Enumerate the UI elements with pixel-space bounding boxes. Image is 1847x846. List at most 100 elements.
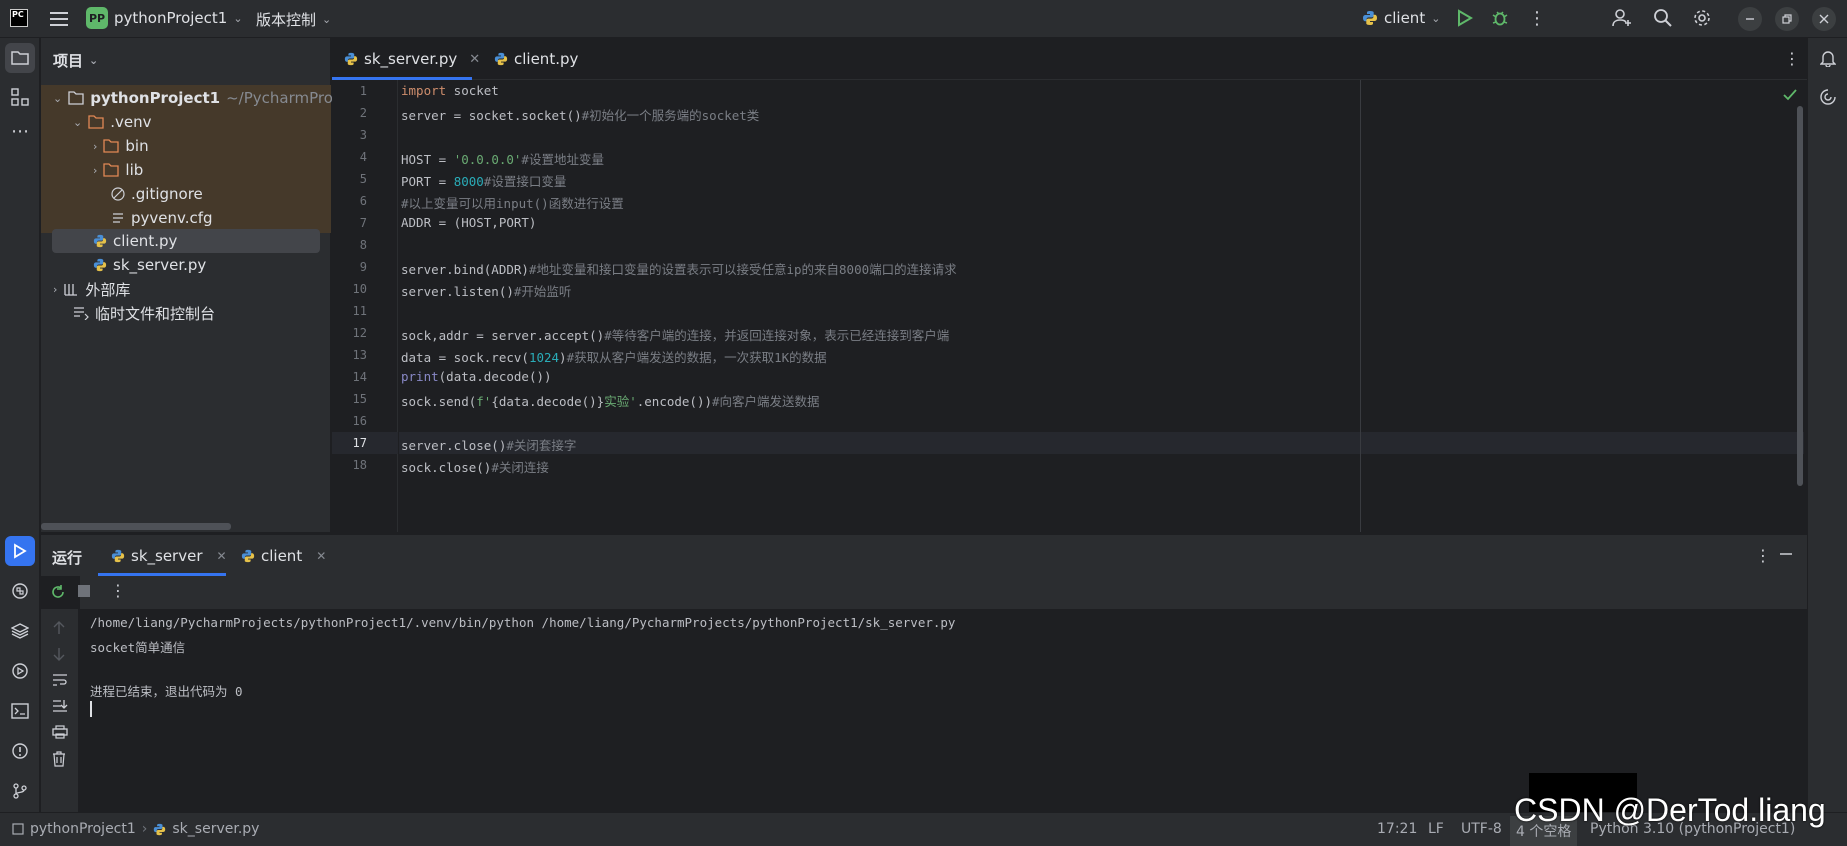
up-arrow-icon[interactable] [52, 621, 66, 639]
restore-icon[interactable] [1775, 7, 1799, 31]
rerun-icon[interactable] [50, 584, 66, 604]
chevron-down-icon: ⌄ [322, 13, 332, 26]
tree-item-external-libs[interactable]: › 外部库 [53, 277, 130, 301]
notifications-bell-icon[interactable] [1813, 43, 1843, 73]
run-tab-client[interactable]: client ✕ [231, 535, 336, 577]
stop-icon[interactable] [78, 585, 90, 597]
chevron-right-icon: › [93, 139, 98, 153]
run-panel-header: 运行 sk_server ✕ client ✕ ⋮ [41, 534, 1807, 576]
line-number: 9 [359, 260, 367, 274]
tree-item-sk-server[interactable]: sk_server.py [93, 253, 206, 277]
tree-item-label: client.py [113, 232, 178, 250]
debug-icon[interactable] [1491, 9, 1509, 27]
pycharm-logo: PC [10, 9, 28, 27]
scroll-to-end-icon[interactable] [52, 699, 68, 717]
breadcrumb[interactable]: pythonProject1 › sk_server.py [12, 821, 259, 837]
close-tab-icon[interactable]: ✕ [316, 549, 326, 563]
close-tab-icon[interactable]: ✕ [469, 52, 480, 67]
main-menu-icon[interactable] [48, 8, 70, 30]
line-number: 10 [352, 282, 367, 296]
inspection-ok-icon[interactable] [1783, 87, 1797, 105]
file-encoding[interactable]: UTF-8 [1461, 821, 1502, 837]
ignore-file-icon [111, 187, 125, 201]
left-tool-strip: ⋯ [0, 38, 40, 812]
right-margin-guide [1360, 80, 1361, 532]
line-number: 6 [359, 194, 367, 208]
editor-options-icon[interactable]: ⋮ [1784, 49, 1800, 68]
project-badge: PP [86, 7, 108, 29]
chevron-down-icon: ⌄ [53, 91, 63, 105]
horizontal-scrollbar[interactable] [41, 523, 231, 530]
services-icon[interactable] [5, 656, 35, 686]
structure-tool-icon[interactable] [5, 82, 35, 112]
tree-item-label: lib [125, 161, 144, 179]
library-icon [64, 284, 78, 296]
layers-icon[interactable] [5, 616, 35, 646]
code-line: server.listen()#开始监听 [401, 284, 572, 299]
code-line: print(data.decode()) [401, 369, 552, 384]
problems-icon[interactable] [5, 736, 35, 766]
tab-client[interactable]: client.py [482, 38, 590, 80]
python-file-icon [344, 52, 358, 66]
python-console-icon[interactable] [5, 576, 35, 606]
line-number: 15 [352, 392, 367, 406]
project-panel-title: 项目 [53, 52, 84, 70]
run-console[interactable]: /home/liang/PycharmProjects/pythonProjec… [80, 609, 1807, 812]
trash-icon[interactable] [52, 751, 66, 771]
tab-label: sk_server.py [364, 50, 458, 68]
add-user-icon[interactable] [1612, 8, 1632, 28]
tree-item-bin[interactable]: › bin [93, 134, 149, 158]
tree-item-client[interactable]: client.py [93, 229, 177, 253]
down-arrow-icon[interactable] [52, 647, 66, 665]
hide-panel-icon[interactable] [1779, 547, 1793, 561]
python-icon [241, 549, 255, 563]
project-tool-icon[interactable] [5, 43, 35, 73]
run-tool-icon[interactable] [5, 536, 35, 566]
terminal-icon[interactable] [5, 696, 35, 726]
console-line: 进程已结束，退出代码为 0 [90, 684, 243, 699]
tree-root[interactable]: ⌄ pythonProject1 ~/PycharmProje [53, 86, 346, 110]
project-switcher[interactable]: PP pythonProject1 ⌄ [86, 7, 243, 29]
print-icon[interactable] [52, 725, 68, 743]
search-icon[interactable] [1653, 8, 1673, 28]
vcs-menu[interactable]: 版本控制 ⌄ [256, 9, 331, 30]
watermark: CSDN @DerTod.liang [1514, 792, 1826, 828]
config-file-icon [113, 213, 123, 223]
more-actions-icon[interactable]: ⋮ [1528, 8, 1546, 29]
run-tab-label: sk_server [131, 547, 203, 565]
minimize-icon[interactable] [1738, 7, 1762, 31]
project-panel-header[interactable]: 项目 ⌄ [53, 50, 98, 71]
settings-gear-icon[interactable] [1692, 8, 1712, 28]
line-separator[interactable]: LF [1428, 821, 1444, 837]
ai-assistant-icon[interactable] [1813, 82, 1843, 112]
run-toolbar: ⋮ [52, 576, 1807, 609]
python-icon [111, 549, 125, 563]
close-tab-icon[interactable]: ✕ [216, 549, 226, 563]
close-window-icon[interactable] [1812, 7, 1836, 31]
git-icon[interactable] [5, 776, 35, 806]
caret-position[interactable]: 17:21 [1377, 821, 1417, 837]
run-tab-sk-server[interactable]: sk_server ✕ [101, 535, 237, 577]
line-number: 16 [352, 414, 367, 428]
tab-label: client.py [514, 50, 579, 68]
run-more-icon[interactable]: ⋮ [110, 581, 126, 600]
run-icon[interactable] [1457, 9, 1473, 27]
tree-item-scratches[interactable]: 临时文件和控制台 [73, 301, 215, 325]
code-editor[interactable]: import socket server = socket.socket()#初… [399, 80, 1804, 532]
tree-root-path: ~/PycharmProje [226, 89, 347, 107]
soft-wrap-icon[interactable] [52, 673, 68, 691]
code-line: #以上变量可以用input()函数进行设置 [401, 196, 624, 211]
more-tools-icon[interactable]: ⋯ [5, 116, 35, 146]
tree-item-venv[interactable]: ⌄ .venv [73, 110, 151, 134]
run-panel-options-icon[interactable]: ⋮ [1755, 546, 1771, 565]
tree-item-pyvenv[interactable]: pyvenv.cfg [111, 206, 213, 230]
tree-item-lib[interactable]: › lib [93, 158, 143, 182]
tree-item-gitignore[interactable]: .gitignore [111, 182, 203, 206]
vertical-scrollbar[interactable] [1797, 106, 1803, 486]
tab-sk-server[interactable]: sk_server.py ✕ [332, 38, 492, 80]
tree-root-name: pythonProject1 [90, 89, 221, 107]
run-config-selector[interactable]: client ⌄ [1362, 9, 1440, 27]
folder-icon [88, 115, 104, 129]
run-config-name: client [1384, 9, 1426, 27]
line-number: 3 [359, 128, 367, 142]
